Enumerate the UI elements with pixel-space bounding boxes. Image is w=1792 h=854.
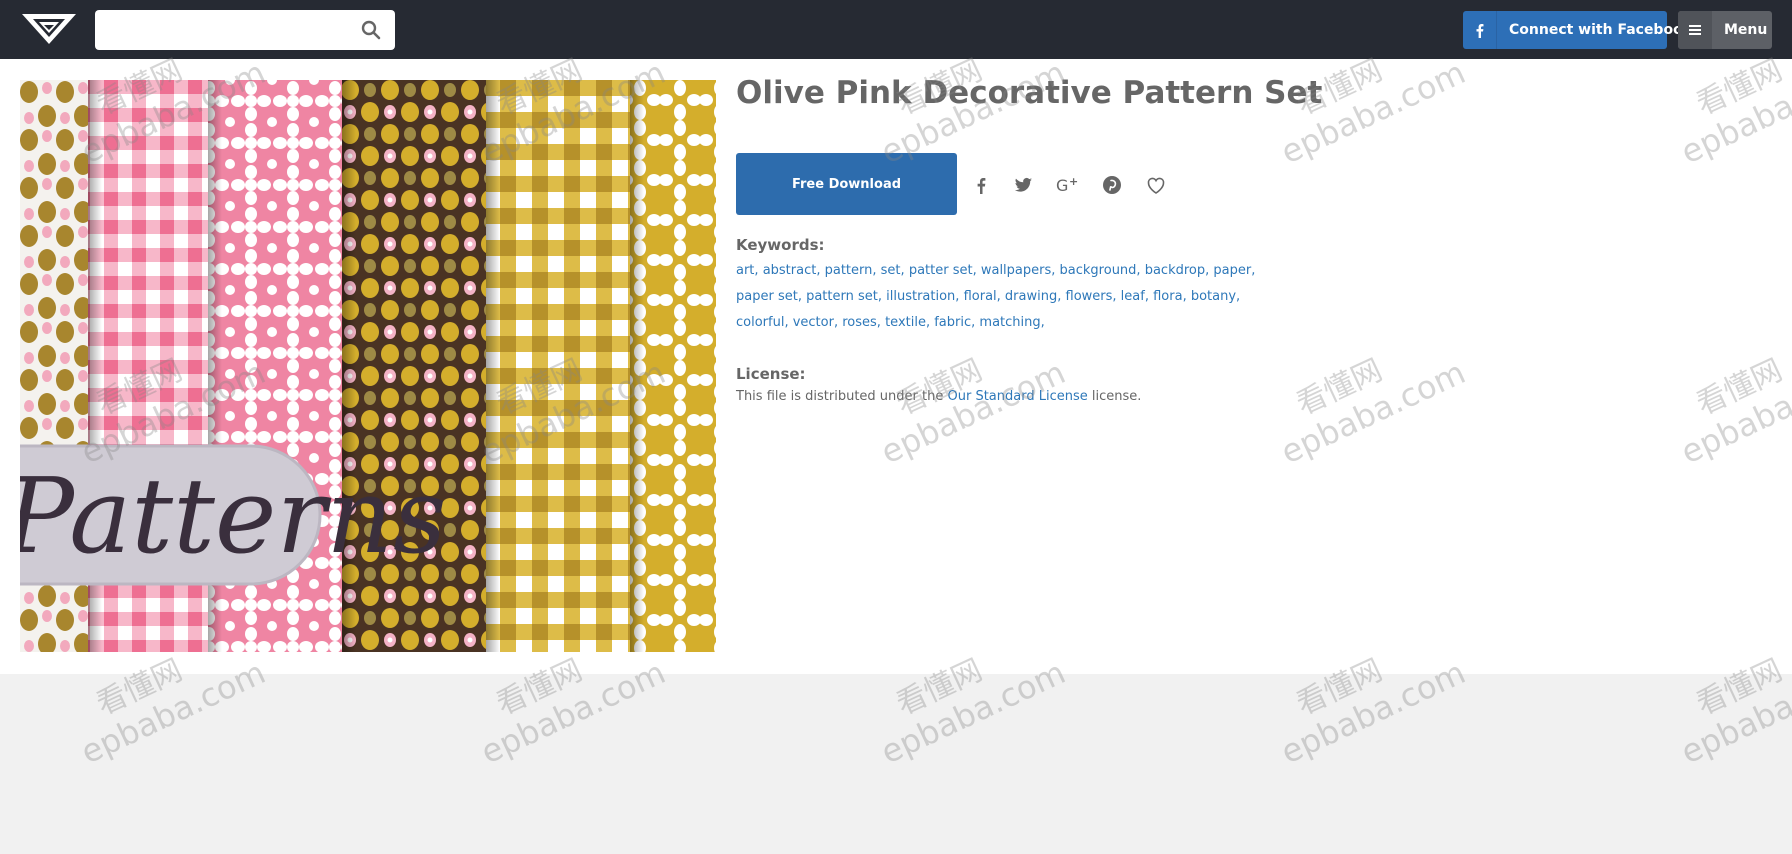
keywords-heading: Keywords: (736, 236, 825, 254)
license-suffix: license. (1091, 389, 1142, 404)
keyword-link[interactable]: roses, (842, 315, 881, 330)
keyword-link[interactable]: botany, (1191, 289, 1240, 304)
search-box (95, 10, 395, 50)
menu-label: Menu (1724, 22, 1768, 38)
logo-icon (22, 14, 76, 44)
top-navigation-bar: Connect with Facebook Menu (0, 0, 1792, 59)
license-heading: License: (736, 365, 806, 383)
free-download-button[interactable]: Free Download (736, 153, 957, 215)
keyword-link[interactable]: flora, (1153, 289, 1187, 304)
keyword-link[interactable]: paper set, (736, 289, 802, 304)
search-icon[interactable] (361, 20, 381, 40)
keyword-link[interactable]: patter set, (909, 263, 977, 278)
facebook-icon[interactable] (969, 173, 993, 197)
heart-icon[interactable] (1144, 173, 1168, 197)
keyword-link[interactable]: set, (881, 263, 905, 278)
search-input[interactable] (95, 10, 395, 50)
keyword-link[interactable]: leaf, (1121, 289, 1149, 304)
keyword-link[interactable]: drawing, (1005, 289, 1061, 304)
facebook-icon (1463, 11, 1497, 49)
keyword-link[interactable]: matching, (979, 315, 1044, 330)
keyword-link[interactable]: paper, (1213, 263, 1255, 278)
keywords-list: art, abstract, pattern, set, patter set,… (736, 258, 1276, 336)
connect-facebook-label: Connect with Facebook (1509, 22, 1693, 38)
keyword-link[interactable]: abstract, (763, 263, 821, 278)
license-prefix: This file is distributed under the (736, 389, 944, 404)
page-title: Olive Pink Decorative Pattern Set (736, 75, 1323, 111)
google-plus-icon[interactable]: G + (1055, 173, 1079, 197)
keyword-link[interactable]: colorful, (736, 315, 789, 330)
license-text: This file is distributed under the Our S… (736, 389, 1141, 404)
keyword-link[interactable]: backdrop, (1145, 263, 1210, 278)
pinterest-icon[interactable] (1100, 173, 1124, 197)
hamburger-icon (1678, 11, 1712, 49)
keyword-link[interactable]: floral, (964, 289, 1001, 304)
menu-button[interactable]: Menu (1678, 11, 1772, 49)
keyword-link[interactable]: illustration, (886, 289, 959, 304)
keyword-link[interactable]: wallpapers, (981, 263, 1056, 278)
keyword-link[interactable]: vector, (793, 315, 838, 330)
keyword-link[interactable]: background, (1060, 263, 1141, 278)
twitter-icon[interactable] (1011, 173, 1035, 197)
keyword-link[interactable]: pattern set, (806, 289, 882, 304)
pattern-preview-illustration: Patterns (20, 80, 716, 652)
product-content: Patterns Olive Pink Decorative Pattern S… (0, 59, 1792, 674)
keyword-link[interactable]: art, (736, 263, 759, 278)
product-preview-image[interactable]: Patterns (20, 80, 716, 652)
keyword-link[interactable]: textile, (885, 315, 930, 330)
preview-banner-text: Patterns (20, 455, 447, 577)
svg-text:G: G (1056, 176, 1068, 195)
standard-license-link[interactable]: Our Standard License (948, 389, 1088, 404)
keyword-link[interactable]: flowers, (1066, 289, 1117, 304)
keyword-link[interactable]: fabric, (934, 315, 975, 330)
site-logo[interactable] (20, 12, 78, 46)
keyword-link[interactable]: pattern, (825, 263, 877, 278)
svg-text:+: + (1069, 175, 1078, 188)
connect-facebook-button[interactable]: Connect with Facebook (1463, 11, 1692, 49)
